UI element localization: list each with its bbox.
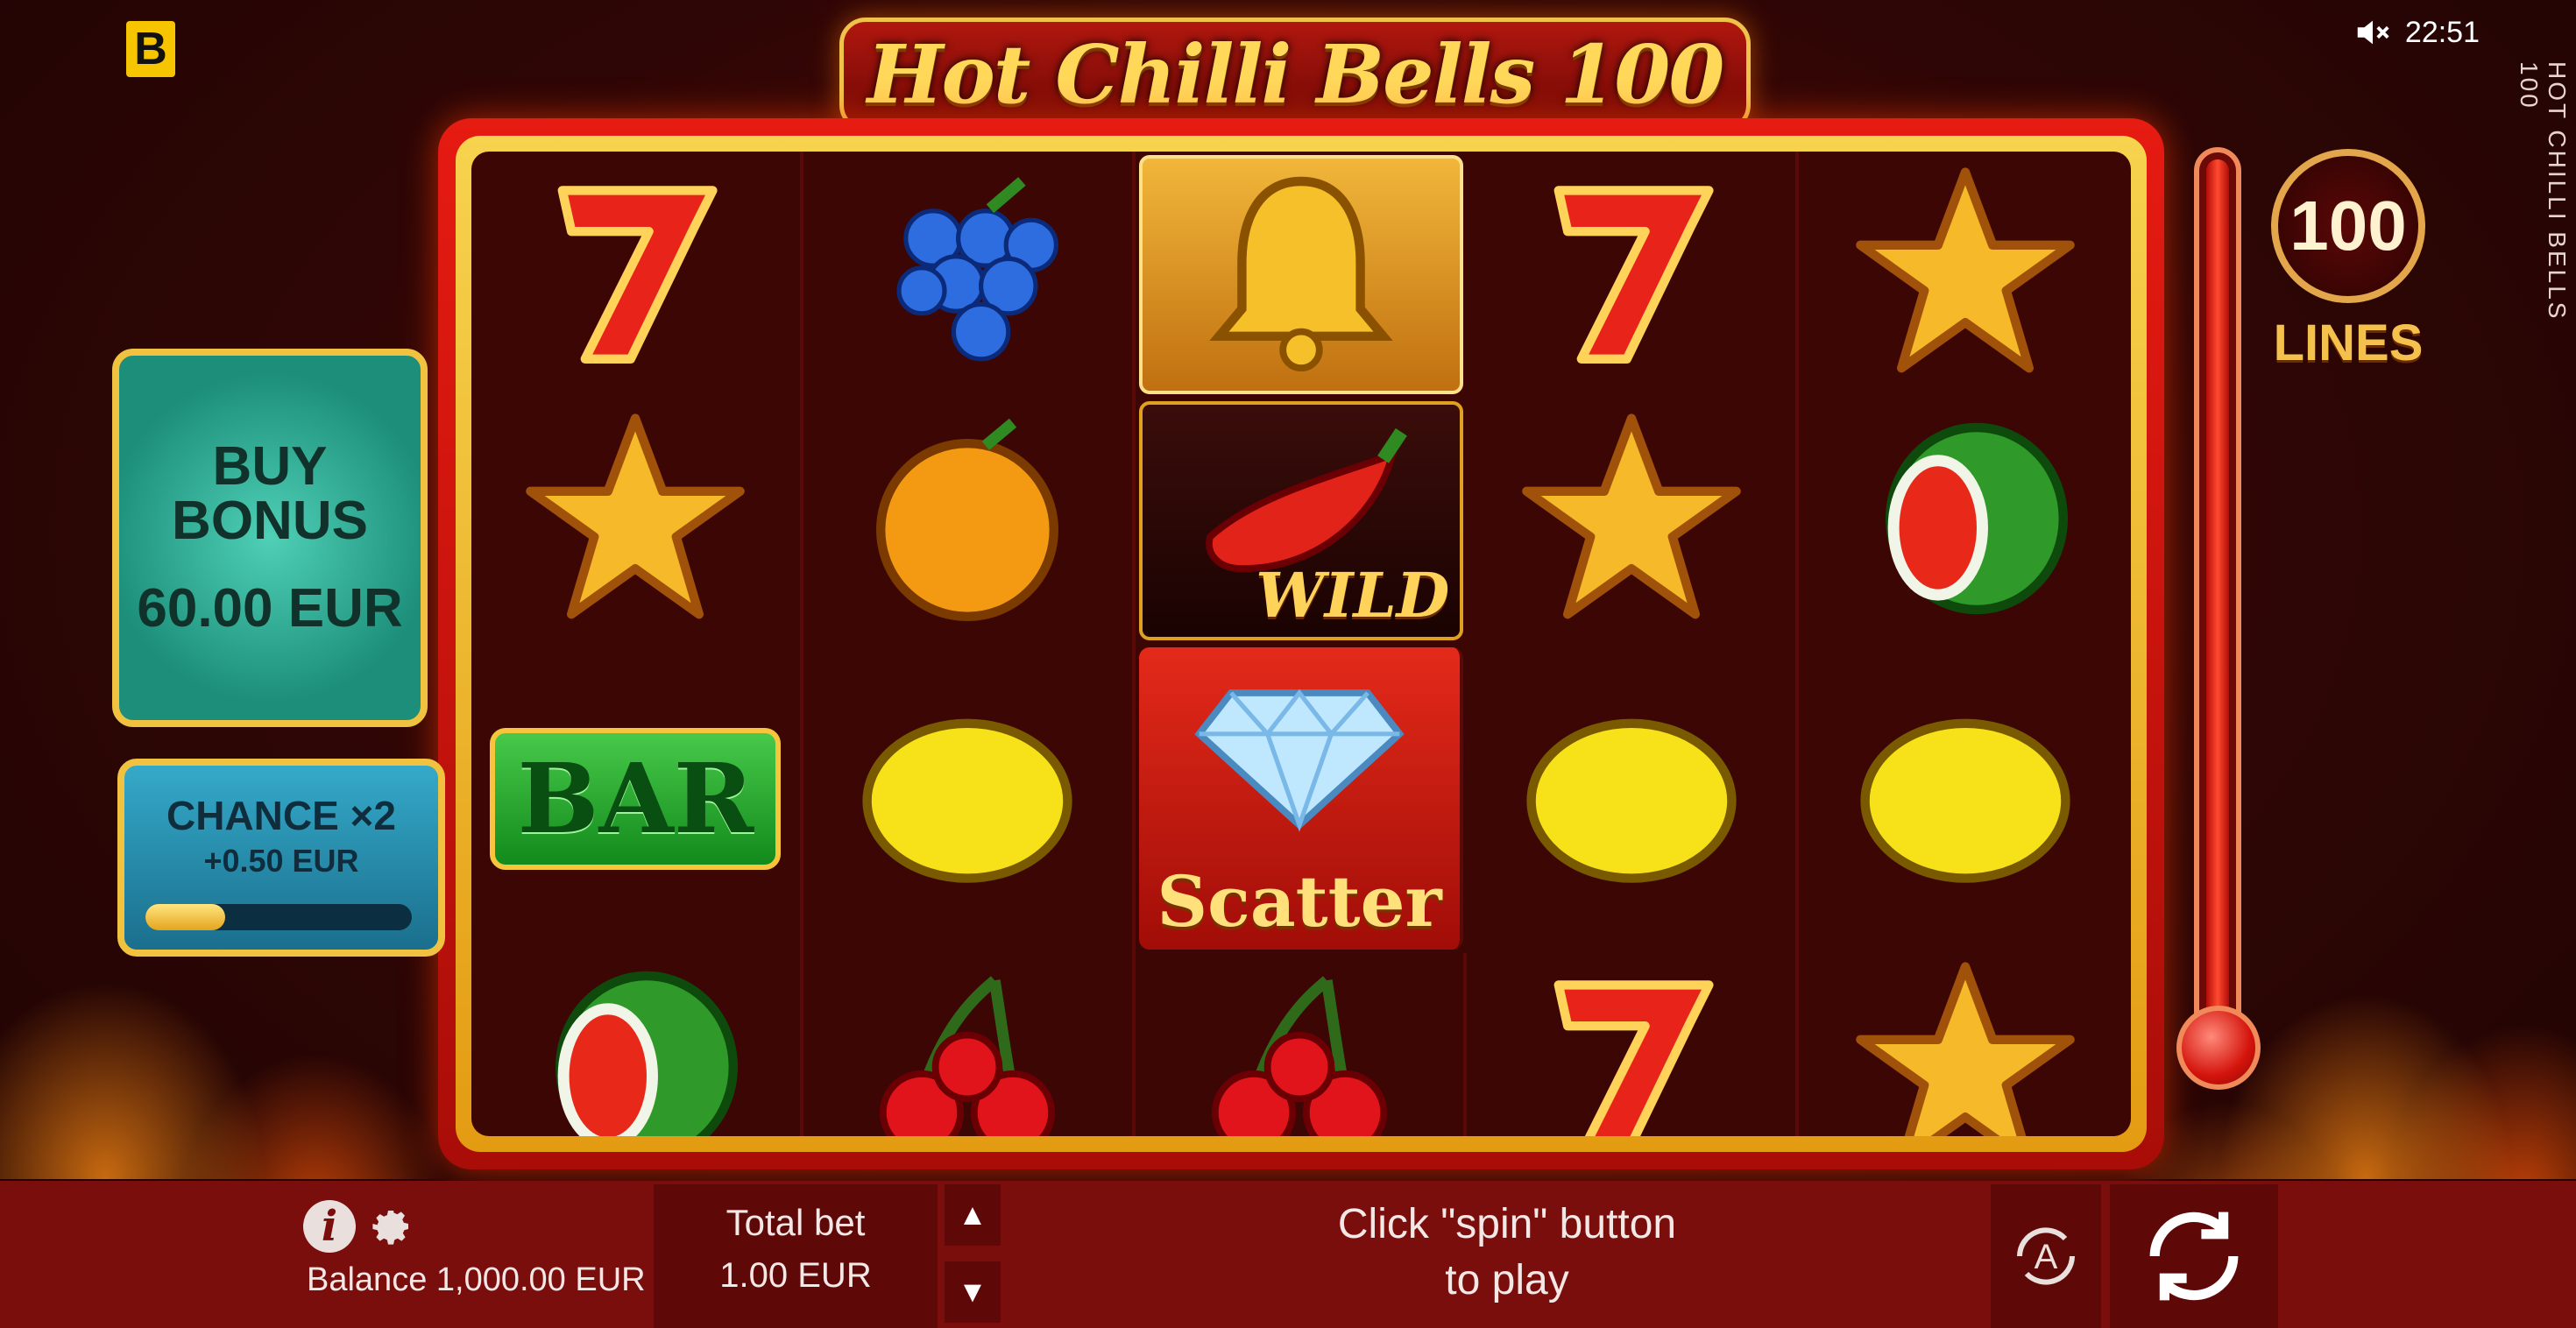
reel-cell-orange [803, 398, 1136, 644]
reel-cell-lemon [1467, 644, 1800, 953]
bet-increase-button[interactable]: ▲ [945, 1184, 1001, 1246]
reel-cell-bar: BAR [471, 644, 803, 953]
watermelon-symbol-icon [1851, 405, 2079, 637]
bar-symbol: BAR [490, 727, 782, 870]
chance-toggle-fill [145, 904, 226, 930]
thermometer-meter [2176, 147, 2261, 1090]
autoplay-button[interactable]: A [1991, 1184, 2101, 1328]
lemon-symbol-icon [853, 682, 1081, 915]
total-bet-box: Total bet 1.00 EUR [654, 1184, 938, 1328]
reel-cell-star [471, 398, 803, 644]
buy-bonus-button[interactable]: BUY BONUS 60.00 EUR [112, 349, 428, 727]
chance-title: CHANCE ×2 [166, 793, 396, 838]
bell-symbol-icon [1187, 159, 1415, 391]
watermelon-symbol-icon [521, 953, 749, 1136]
buy-bonus-price: 60.00 EUR [137, 578, 403, 639]
reel-cell-seven [1467, 152, 1800, 398]
status-message-line1: Click "spin" button [1337, 1201, 1677, 1247]
autoplay-icon: A [2017, 1227, 2075, 1285]
lemon-symbol-icon [1518, 682, 1745, 915]
cherries-symbol-icon [1185, 953, 1413, 1136]
grapes-symbol-icon [853, 159, 1081, 391]
reel-cell-lemon [1799, 644, 2131, 953]
star-symbol-icon [1518, 405, 1745, 637]
reel-frame: WILD BAR Scatter [438, 118, 2164, 1169]
status-message: Click "spin" button to play [1262, 1197, 1752, 1309]
brand-logo: B [126, 21, 175, 77]
game-title: Hot Chilli Bells 100 [867, 27, 1725, 122]
star-symbol-icon [1851, 159, 2079, 391]
spin-icon [2149, 1211, 2239, 1301]
sound-muted-icon[interactable] [2353, 12, 2393, 53]
info-icon[interactable]: i [303, 1200, 356, 1253]
reel-cell-grapes [803, 152, 1136, 398]
star-symbol-icon [1851, 953, 2079, 1136]
lines-label: LINES [2273, 314, 2424, 371]
reel-cell-star [1799, 152, 2131, 398]
reel-grid: WILD BAR Scatter [471, 152, 2131, 1136]
reel-cell-watermelon [1799, 398, 2131, 644]
total-bet-label: Total bet [725, 1202, 866, 1243]
chance-x2-button[interactable]: CHANCE ×2 +0.50 EUR [117, 759, 445, 957]
gear-icon[interactable] [372, 1205, 414, 1247]
bet-decrease-button[interactable]: ▼ [945, 1261, 1001, 1323]
reel-cell-bell [1138, 155, 1464, 394]
chance-price: +0.50 EUR [203, 843, 359, 879]
status-message-line2: to play [1445, 1257, 1569, 1303]
seven-symbol-icon [1518, 159, 1745, 391]
reel-cell-scatter: Scatter [1138, 647, 1464, 950]
thermometer-bulb [2176, 1006, 2261, 1090]
spin-button[interactable] [2110, 1184, 2278, 1328]
lines-count-badge: 100 [2271, 149, 2425, 303]
scatter-label: Scatter [1157, 860, 1442, 943]
buy-bonus-label: BUY BONUS [172, 436, 368, 551]
reel-cell-cherries [1136, 953, 1468, 1136]
side-game-title: HOT CHILLI BELLS 100 [2516, 61, 2571, 321]
seven-symbol-icon [521, 159, 749, 391]
reel-cell-cherries [803, 953, 1136, 1136]
total-bet-value: 1.00 EUR [719, 1256, 872, 1295]
balance-display: Balance 1,000.00 EUR [307, 1261, 646, 1298]
reel-cell-wild: WILD [1138, 401, 1464, 640]
reel-cell-seven [471, 152, 803, 398]
seven-symbol-icon [1518, 953, 1745, 1136]
clock: 22:51 [2404, 15, 2480, 49]
status-bar: 22:51 [2353, 12, 2480, 53]
chance-toggle-track [145, 904, 412, 930]
star-symbol-icon [521, 405, 749, 637]
reel-cell-star [1467, 398, 1800, 644]
cherries-symbol-icon [853, 953, 1081, 1136]
autoplay-label: A [2035, 1238, 2058, 1276]
reel-cell-lemon [803, 644, 1136, 953]
reel-cell-star [1799, 953, 2131, 1136]
lemon-symbol-icon [1851, 682, 2079, 915]
wild-label: WILD [1256, 559, 1450, 632]
game-title-banner: Hot Chilli Bells 100 [839, 18, 1751, 131]
orange-symbol-icon [853, 405, 1081, 637]
reel-cell-watermelon [471, 953, 803, 1136]
reel-cell-seven [1467, 953, 1800, 1136]
scatter-symbol-icon [1185, 647, 1413, 879]
